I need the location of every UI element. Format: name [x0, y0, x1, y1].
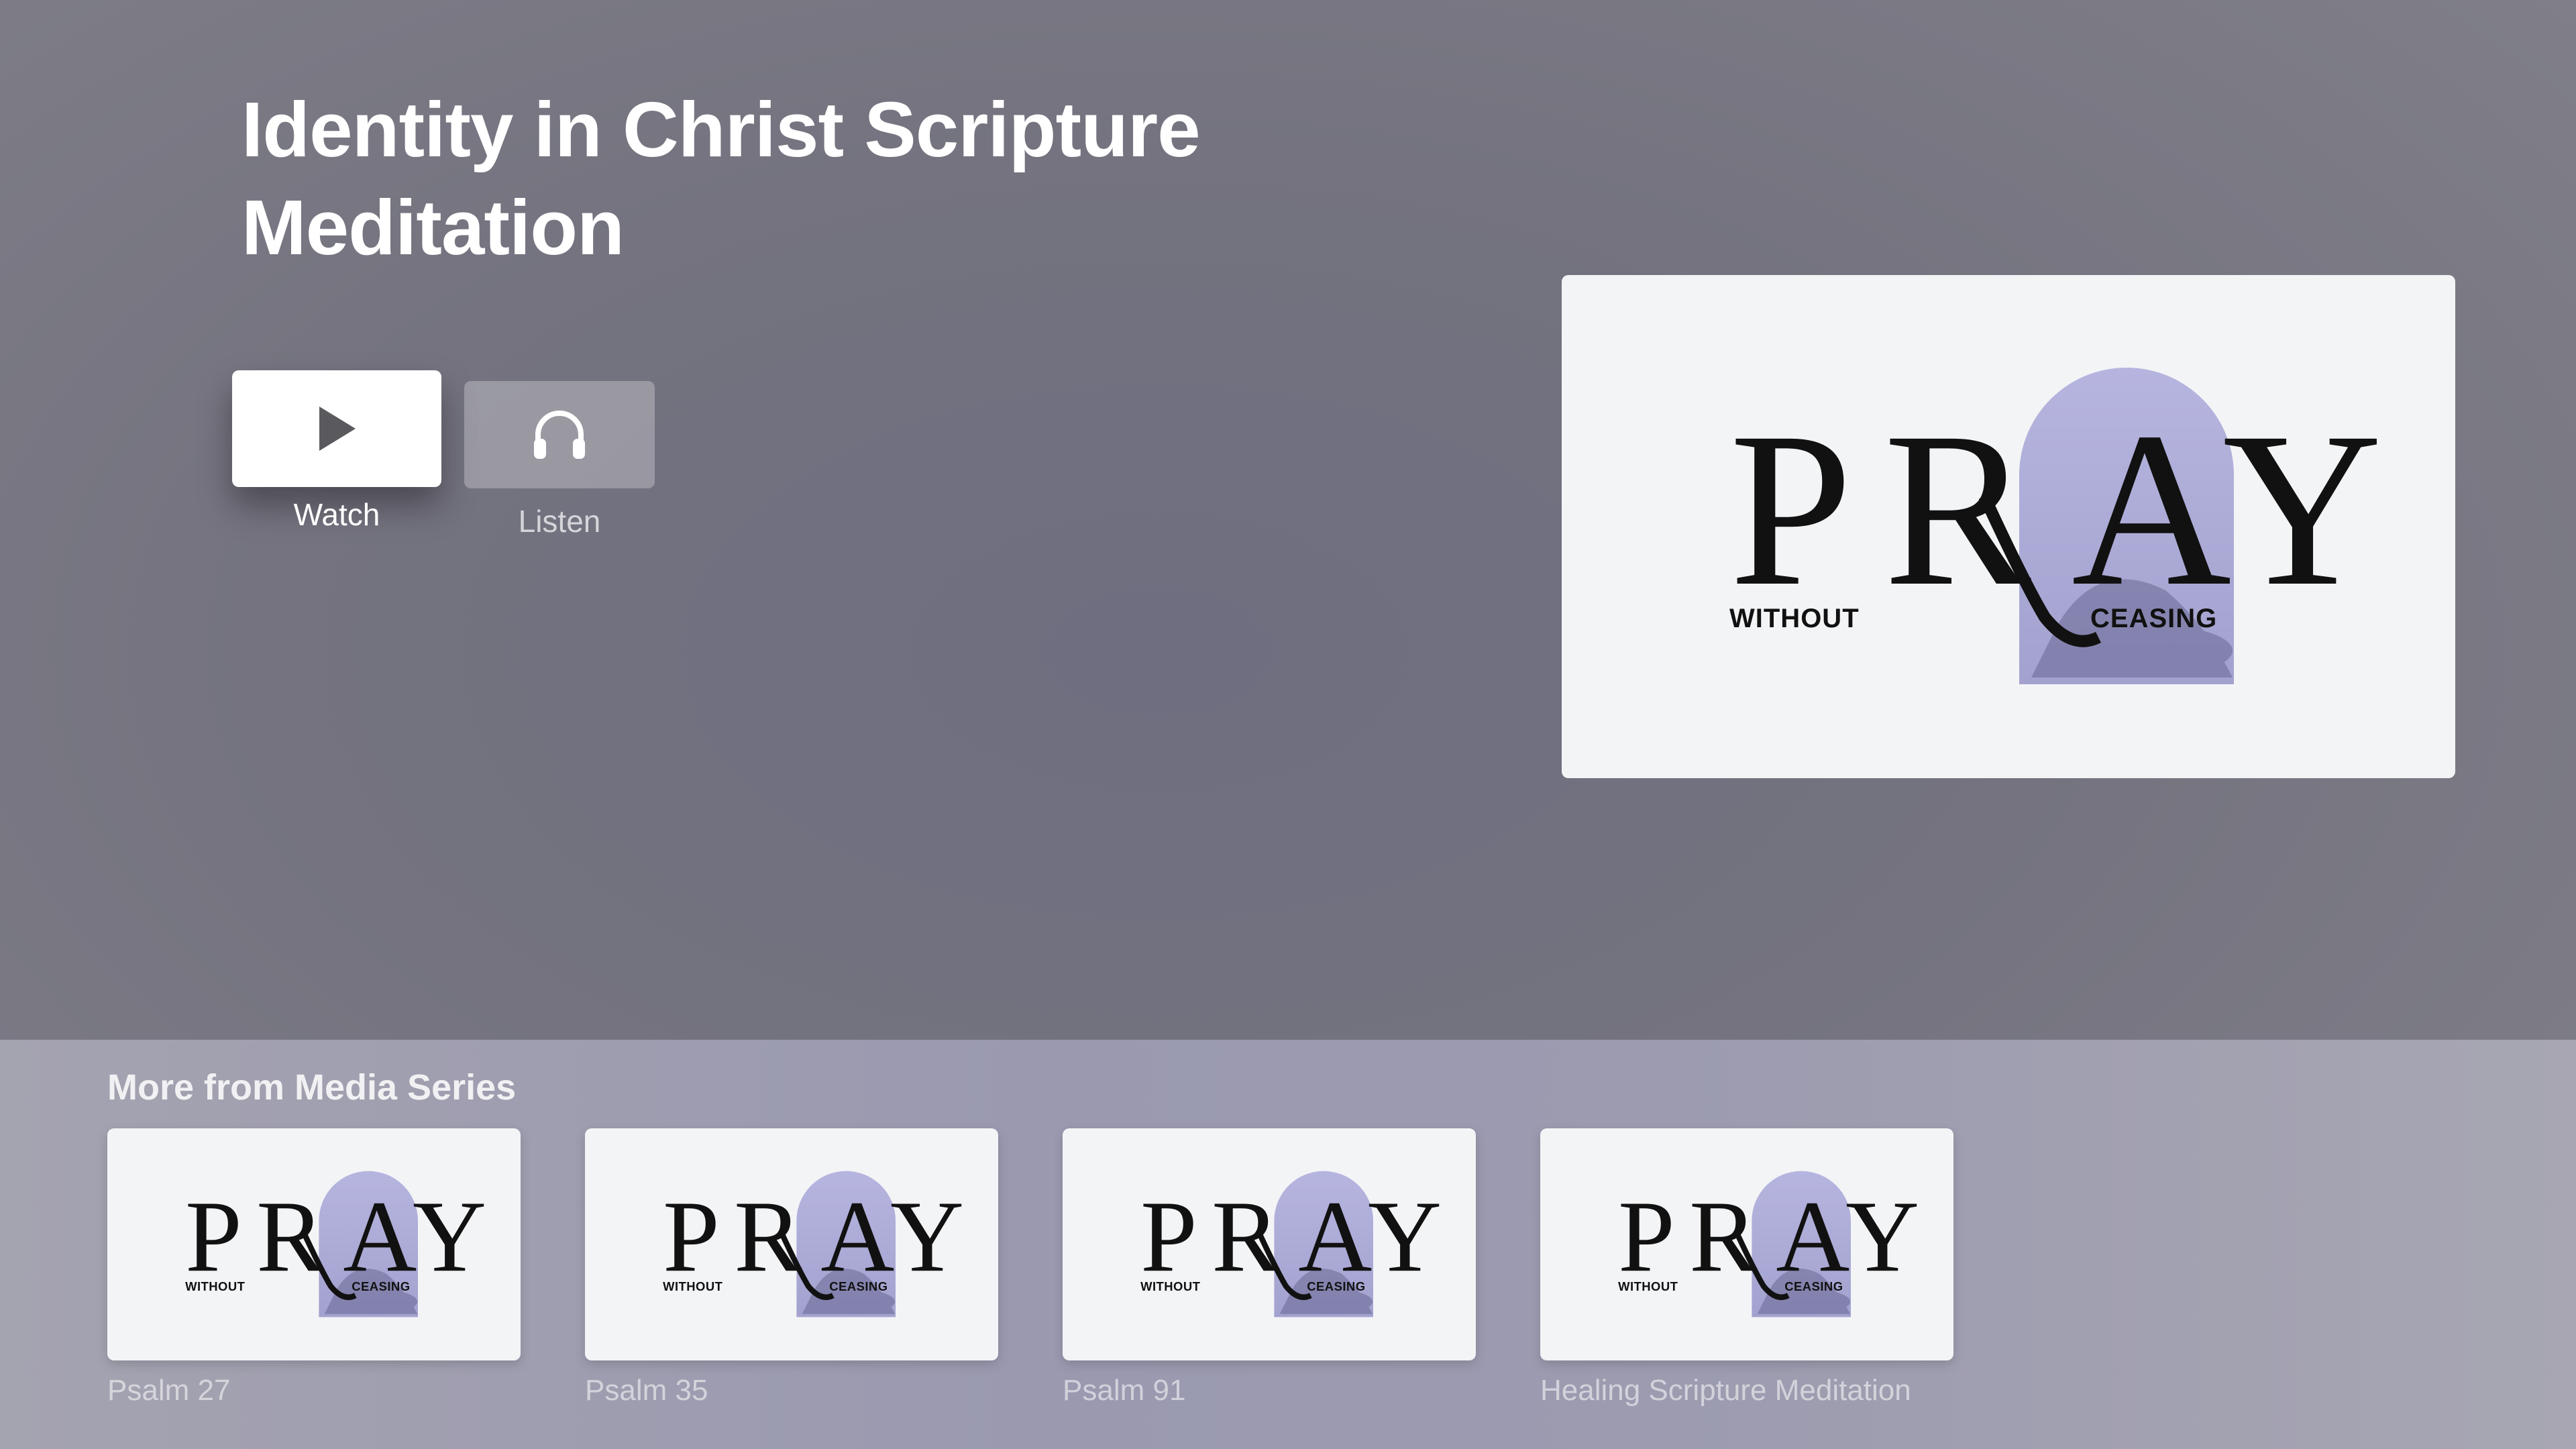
watch-action[interactable]: Watch	[232, 370, 441, 533]
shelf-item-thumbnail[interactable]	[1063, 1128, 1476, 1360]
shelf-item-caption: Psalm 35	[585, 1374, 708, 1407]
shelf-item-thumbnail[interactable]	[585, 1128, 998, 1360]
watch-label: Watch	[293, 497, 380, 532]
shelf-item-caption: Psalm 27	[107, 1374, 231, 1407]
headphones-icon	[531, 408, 588, 462]
more-from-series-shelf: More from Media Series Psalm 27 Psalm 35…	[0, 1040, 2576, 1449]
page-title: Identity in Christ Scripture Meditation	[241, 86, 1201, 271]
watch-button[interactable]	[232, 370, 441, 487]
shelf-item-caption: Healing Scripture Meditation	[1540, 1374, 1911, 1407]
pray-without-ceasing-logo	[1562, 275, 2455, 778]
pray-without-ceasing-logo	[1063, 1128, 1476, 1360]
pray-without-ceasing-logo	[107, 1128, 521, 1360]
shelf-item[interactable]: Healing Scripture Meditation	[1540, 1128, 1953, 1407]
shelf-title: More from Media Series	[107, 1067, 517, 1108]
listen-label: Listen	[518, 504, 601, 539]
shelf-item-thumbnail[interactable]	[107, 1128, 521, 1360]
pray-without-ceasing-logo	[585, 1128, 998, 1360]
shelf-item[interactable]: Psalm 27	[107, 1128, 521, 1407]
shelf-item-thumbnail[interactable]	[1540, 1128, 1953, 1360]
listen-action[interactable]: Listen	[464, 381, 655, 539]
hero-section: Identity in Christ Scripture Meditation …	[0, 0, 2576, 1040]
hero-artwork	[1562, 275, 2455, 778]
listen-button[interactable]	[464, 381, 655, 488]
shelf-item[interactable]: Psalm 91	[1063, 1128, 1476, 1407]
pray-without-ceasing-logo	[1540, 1128, 1953, 1360]
play-icon	[317, 405, 357, 452]
shelf-item-caption: Psalm 91	[1063, 1374, 1186, 1407]
shelf-item[interactable]: Psalm 35	[585, 1128, 998, 1407]
